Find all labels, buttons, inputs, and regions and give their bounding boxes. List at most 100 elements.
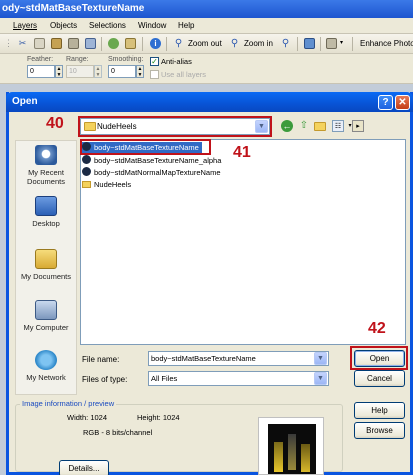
zoom-out-label[interactable]: Zoom out [188, 39, 222, 48]
layers-icon[interactable] [304, 38, 315, 49]
file-name: body~stdMatNormalMapTextureName [94, 168, 221, 177]
copy-icon[interactable] [34, 38, 45, 49]
info-icon[interactable]: i [150, 38, 161, 49]
heel-shape [301, 444, 310, 472]
menu-window[interactable]: Window [138, 21, 166, 30]
heel-shape [288, 434, 296, 470]
annotation-box-42 [350, 346, 408, 370]
file-row[interactable]: body~stdMatBaseTextureName_alpha [82, 155, 221, 166]
preview-thumbnail [258, 417, 324, 475]
browse-button[interactable]: Browse [354, 422, 405, 439]
file-row[interactable]: body~stdMatNormalMapTextureName [82, 167, 221, 178]
files-of-type-select[interactable]: All Files ▼ [148, 371, 329, 386]
files-of-type-label: Files of type: [82, 375, 128, 384]
desktop-icon [35, 196, 57, 216]
file-name-input[interactable]: body~stdMatBaseTextureName ▼ [148, 351, 329, 366]
cancel-button[interactable]: Cancel [354, 370, 405, 387]
zoom-out-icon[interactable]: ⚲ [173, 38, 184, 49]
browse-icon[interactable] [108, 38, 119, 49]
texture-preview-image [268, 424, 316, 474]
my-network-icon [35, 350, 57, 370]
zoom-in-label[interactable]: Zoom in [244, 39, 273, 48]
anti-alias-label: Anti-alias [161, 57, 192, 66]
paste-into-icon[interactable] [68, 38, 79, 49]
smoothing-label: Smoothing: [108, 56, 144, 63]
file-name: NudeHeels [94, 180, 132, 189]
annotation-41: 41 [233, 144, 251, 161]
preview-height: Height: 1024 [137, 413, 180, 422]
view-menu-icon[interactable]: ☷ [332, 120, 344, 132]
smoothing-input[interactable]: 0 [108, 65, 136, 78]
range-value: 10 [69, 68, 77, 75]
preview-color-info: RGB - 8 bits/channel [83, 428, 153, 437]
pages-icon[interactable] [326, 38, 337, 49]
zoom-in-icon[interactable]: ⚲ [229, 38, 240, 49]
app-titlebar: ody~stdMatBaseTextureName [0, 0, 413, 18]
heel-shape [274, 442, 283, 472]
paste-new-icon[interactable] [85, 38, 96, 49]
menu-help[interactable]: Help [178, 21, 194, 30]
tool-options-bar: Feather: 0 ▲ ▼ Range: 10 ▲ ▼ Smoothing: 0 … [0, 54, 413, 84]
place-label: My Network [26, 373, 66, 382]
file-name: body~stdMatBaseTextureName_alpha [94, 156, 222, 165]
my-computer-icon [35, 300, 57, 320]
toolbar-separator [297, 37, 298, 51]
enhance-photo-button[interactable]: Enhance Photo [360, 39, 413, 48]
details-button[interactable]: Details... [59, 460, 109, 475]
chevron-down-icon[interactable]: ▼ [314, 352, 327, 365]
files-of-type-value: All Files [151, 374, 178, 383]
place-my-documents[interactable]: My Documents [15, 249, 77, 281]
file-name-label: File name: [82, 355, 120, 364]
place-label: My Computer [23, 323, 69, 332]
use-all-layers-label: Use all layers [161, 70, 207, 79]
menu-selections[interactable]: Selections [89, 21, 126, 30]
grip-icon: ⋮ [4, 38, 13, 48]
smoothing-value: 0 [111, 68, 115, 75]
recent-documents-icon [35, 145, 57, 165]
annotation-box-41 [80, 139, 211, 155]
place-desktop[interactable]: Desktop [15, 196, 77, 228]
tools-icon[interactable]: ▸ [352, 120, 364, 132]
place-my-computer[interactable]: My Computer [15, 300, 77, 332]
my-documents-icon [35, 249, 57, 269]
feather-input[interactable]: 0 [27, 65, 55, 78]
dialog-title: Open [12, 96, 38, 107]
image-file-icon [82, 155, 91, 164]
annotation-42: 42 [368, 320, 386, 337]
place-recent-documents[interactable]: My Recent Documents [15, 145, 77, 186]
app-menubar: Layers Objects Selections Window Help [0, 18, 413, 34]
anti-alias-checkbox[interactable]: ✓ [150, 57, 159, 66]
annotation-40: 40 [46, 115, 64, 132]
new-folder-icon[interactable] [314, 120, 326, 132]
chevron-down-icon[interactable]: ▾ [340, 39, 343, 46]
range-spinner: ▲ ▼ [94, 65, 102, 78]
zoom-fit-icon[interactable]: ⚲ [280, 38, 291, 49]
place-label: My Documents [20, 272, 71, 281]
feather-value: 0 [30, 68, 34, 75]
palette-icon[interactable] [125, 38, 136, 49]
smoothing-spinner[interactable]: ▲ ▼ [136, 65, 144, 78]
cut-icon[interactable]: ✂ [17, 38, 28, 49]
use-all-layers-checkbox [150, 70, 159, 79]
help-title-button[interactable]: ? [378, 95, 393, 110]
menu-objects[interactable]: Objects [50, 21, 77, 30]
menu-layers[interactable]: Layers [13, 21, 37, 30]
toolbar-separator [166, 37, 167, 51]
close-icon[interactable]: ✕ [395, 95, 410, 110]
paste-icon[interactable] [51, 38, 62, 49]
range-label: Range: [66, 56, 89, 63]
help-button[interactable]: Help [354, 402, 405, 419]
up-folder-icon[interactable]: ⇧ [298, 120, 310, 132]
app-toolbar: ⋮ ✂ i ⚲ Zoom out ⚲ Zoom in ⚲ ▾ Enhance P… [0, 34, 413, 54]
file-name-value: body~stdMatBaseTextureName [151, 354, 256, 363]
image-file-icon [82, 167, 91, 176]
feather-spinner[interactable]: ▲ ▼ [55, 65, 63, 78]
file-row[interactable]: NudeHeels [82, 179, 131, 190]
dialog-titlebar[interactable]: Open ? ✕ [6, 92, 413, 112]
chevron-down-icon[interactable]: ▼ [314, 372, 327, 385]
toolbar-separator [352, 37, 353, 51]
place-label: My Recent Documents [27, 168, 65, 186]
range-input: 10 [66, 65, 94, 78]
place-my-network[interactable]: My Network [15, 350, 77, 382]
back-icon[interactable]: ← [281, 120, 293, 132]
